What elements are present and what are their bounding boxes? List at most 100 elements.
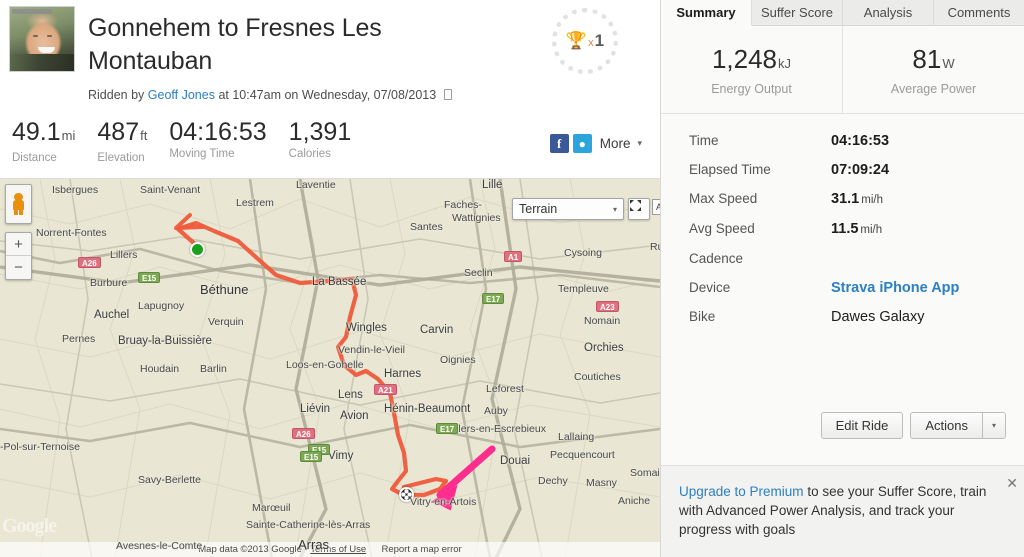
map-attribution: Map data ©2013 Google - Terms of Use Rep… bbox=[0, 542, 660, 557]
table-row: Time 04:16:53 bbox=[689, 132, 996, 150]
google-watermark: Google bbox=[2, 515, 57, 537]
detail-key-time: Time bbox=[689, 133, 719, 148]
report-map-error-link[interactable]: Report a map error bbox=[381, 544, 461, 555]
detail-value-avg-speed: 11.5 mi/h bbox=[831, 220, 996, 239]
chevron-down-icon[interactable]: ▾ bbox=[637, 138, 642, 149]
tab-comments[interactable]: Comments bbox=[934, 0, 1024, 25]
detail-key-cadence: Cadence bbox=[689, 251, 744, 266]
badge-count: 1 bbox=[594, 31, 605, 50]
premium-upsell-banner: ✕ Upgrade to Premium to see your Suffer … bbox=[661, 465, 1024, 557]
share-more-button[interactable]: More bbox=[600, 136, 631, 151]
activity-header: Gonnehem to Fresnes Les Montauban Ridden… bbox=[0, 0, 660, 178]
stat-elevation: 487ft Elevation bbox=[97, 118, 147, 164]
avatar[interactable] bbox=[9, 6, 75, 72]
stat-elevation-value: 487 bbox=[97, 118, 140, 146]
facebook-icon[interactable]: f bbox=[549, 134, 569, 153]
tab-suffer-score[interactable]: Suffer Score bbox=[752, 0, 843, 25]
detail-value-max-speed: 31.1 mi/h bbox=[831, 190, 996, 209]
action-buttons: Edit Ride Actions ▾ bbox=[814, 412, 1006, 439]
energy-output-unit: kJ bbox=[778, 55, 792, 71]
detail-value-device[interactable]: Strava iPhone App bbox=[831, 279, 996, 297]
energy-output-value: 1,248 bbox=[711, 43, 778, 74]
map-canvas bbox=[0, 179, 660, 557]
route-map[interactable]: + − Terrain ▾ A oops :-( Google Map data… bbox=[0, 178, 660, 557]
start-marker[interactable] bbox=[190, 242, 205, 257]
tab-summary[interactable]: Summary bbox=[661, 0, 752, 26]
table-row: Elapsed Time 07:09:24 bbox=[689, 161, 996, 179]
map-type-select[interactable]: Terrain ▾ bbox=[512, 198, 624, 220]
max-speed-unit: mi/h bbox=[861, 194, 883, 206]
attribution-text: Map data ©2013 Google - bbox=[198, 544, 308, 555]
table-row: Device Strava iPhone App bbox=[689, 279, 996, 297]
detail-key-max-speed: Max Speed bbox=[689, 191, 758, 206]
actions-split-button: Actions ▾ bbox=[910, 412, 1006, 439]
road-shield: A26 bbox=[292, 428, 315, 439]
map-type-value: Terrain bbox=[519, 202, 558, 216]
badge-multiplier: x bbox=[588, 37, 594, 49]
stat-calories-value: 1,391 bbox=[288, 118, 352, 146]
share-bar: f ● More ▾ bbox=[549, 134, 642, 153]
activity-main-column: Gonnehem to Fresnes Les Montauban Ridden… bbox=[0, 0, 660, 557]
detail-value-time: 04:16:53 bbox=[831, 133, 890, 149]
map-left-controls: + − bbox=[5, 184, 32, 280]
details-table: Time 04:16:53 Elapsed Time 07:09:24 Max … bbox=[661, 114, 1024, 326]
trophy-icon: 🏆 bbox=[565, 31, 588, 50]
detail-key-bike: Bike bbox=[689, 309, 716, 324]
road-shield: E17 bbox=[436, 423, 459, 434]
page-title: Gonnehem to Fresnes Les Montauban bbox=[88, 14, 382, 75]
pegman-icon[interactable] bbox=[5, 184, 32, 224]
upgrade-to-premium-link[interactable]: Upgrade to Premium bbox=[679, 484, 804, 499]
avatar-jacket bbox=[10, 54, 74, 71]
close-icon[interactable]: ✕ bbox=[1006, 476, 1018, 490]
average-power-label: Average Power bbox=[890, 81, 977, 96]
activity-sidebar: Summary Suffer Score Analysis Comments 1… bbox=[660, 0, 1024, 557]
stat-distance-unit: mi bbox=[61, 128, 76, 143]
summary-stats: 49.1mi Distance 487ft Elevation 04:16:53… bbox=[12, 118, 373, 164]
table-row: Avg Speed 11.5 mi/h bbox=[689, 220, 996, 239]
detail-value-bike: Dawes Galaxy bbox=[831, 309, 925, 325]
road-shield: A23 bbox=[596, 301, 619, 312]
stat-moving-time-value: 04:16:53 bbox=[169, 118, 267, 146]
avg-speed-number: 11.5 bbox=[831, 221, 859, 237]
road-shield: E15 bbox=[138, 272, 161, 283]
chevron-down-icon[interactable]: ▾ bbox=[982, 412, 1006, 439]
avatar-top-strip bbox=[12, 9, 52, 14]
road-shield: E15 bbox=[300, 451, 323, 462]
stat-calories: 1,391 Calories bbox=[289, 118, 352, 164]
stat-distance: 49.1mi Distance bbox=[12, 118, 75, 164]
tab-analysis[interactable]: Analysis bbox=[843, 0, 934, 25]
zoom-in-button[interactable]: + bbox=[6, 233, 31, 256]
avg-speed-unit: mi/h bbox=[860, 224, 883, 236]
athlete-link[interactable]: Geoff Jones bbox=[148, 88, 215, 102]
keyboard-shortcuts-button[interactable]: A bbox=[652, 199, 660, 215]
fullscreen-icon[interactable] bbox=[628, 198, 650, 220]
road-shield: A21 bbox=[374, 384, 397, 395]
actions-button[interactable]: Actions bbox=[910, 412, 982, 439]
zoom-out-button[interactable]: − bbox=[6, 256, 31, 279]
headline-stats: 1,248kJ Energy Output 81W Average Power bbox=[661, 26, 1024, 114]
detail-key-elapsed-time: Elapsed Time bbox=[689, 162, 771, 177]
stat-elevation-label: Elevation bbox=[97, 152, 145, 164]
detail-key-avg-speed: Avg Speed bbox=[689, 221, 755, 236]
table-row: Cadence bbox=[689, 250, 996, 268]
road-shield: A1 bbox=[504, 251, 523, 262]
stat-moving-time: 04:16:53 Moving Time bbox=[169, 118, 266, 164]
chevron-down-icon: ▾ bbox=[612, 204, 617, 214]
stat-calories-label: Calories bbox=[288, 148, 331, 160]
detail-value-elapsed-time: 07:09:24 bbox=[831, 162, 890, 178]
achievement-badge[interactable]: 🏆 x 1 bbox=[552, 8, 618, 74]
headline-stat-energy-output: 1,248kJ Energy Output bbox=[661, 26, 843, 113]
stat-elevation-unit: ft bbox=[140, 128, 148, 143]
max-speed-number: 31.1 bbox=[831, 191, 860, 207]
fullscreen-glyph bbox=[630, 200, 641, 211]
byline-prefix: Ridden by bbox=[88, 88, 145, 102]
byline: Ridden by Geoff Jones at 10:47am on Wedn… bbox=[88, 88, 650, 102]
finish-marker[interactable] bbox=[399, 487, 414, 502]
stat-distance-label: Distance bbox=[12, 152, 57, 164]
sidebar-tabs: Summary Suffer Score Analysis Comments bbox=[661, 0, 1024, 26]
edit-ride-button[interactable]: Edit Ride bbox=[820, 412, 904, 439]
byline-suffix: at 10:47am on Wednesday, 07/08/2013 bbox=[218, 88, 437, 102]
terms-of-use-link[interactable]: Terms of Use bbox=[310, 544, 366, 555]
strava-activity-page: Gonnehem to Fresnes Les Montauban Ridden… bbox=[0, 0, 1024, 557]
twitter-icon[interactable]: ● bbox=[572, 134, 592, 153]
